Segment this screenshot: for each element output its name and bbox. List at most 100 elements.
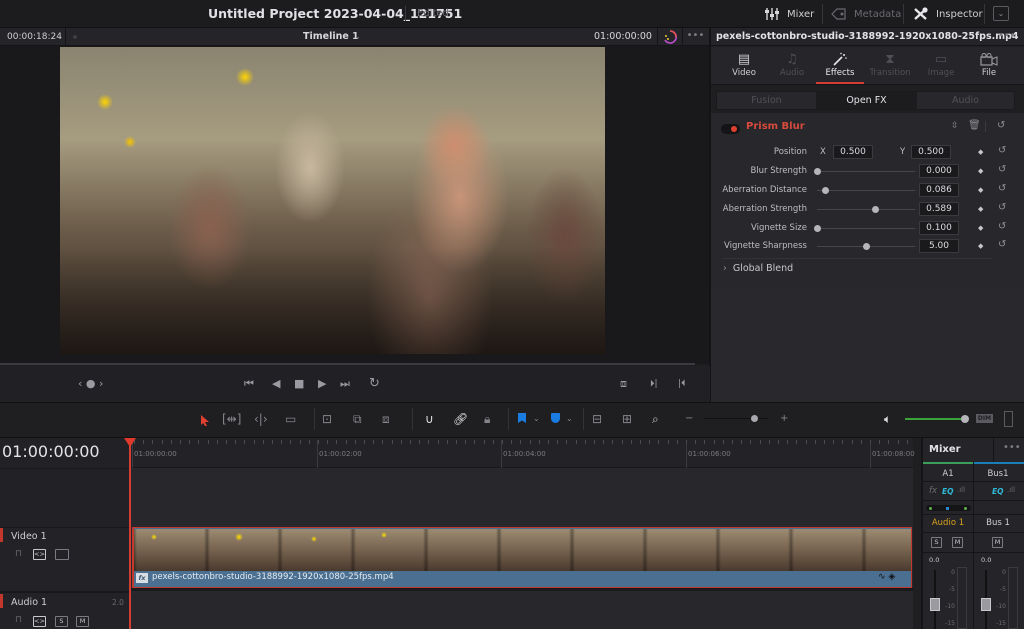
dim-button[interactable]: DIM (976, 414, 993, 423)
subtab-open-fx[interactable]: Open FX (816, 92, 917, 109)
jog-control[interactable]: ‹ ● › (78, 377, 103, 391)
clip-retime-keyframe-icons[interactable]: ∿ ◈ (878, 572, 895, 582)
dynamics-icon[interactable]: .ıll (957, 486, 965, 494)
mixer-mute-button[interactable]: M (992, 537, 1003, 548)
solo-button[interactable]: S (55, 616, 68, 627)
trim-edit-button[interactable]: [⇹] (222, 411, 241, 427)
keyframe-icon[interactable]: ◆ (978, 186, 983, 194)
inspector-more-button[interactable]: ••• (998, 28, 1016, 44)
delete-effect-icon[interactable]: 🗑 (968, 120, 981, 131)
track-lock-icon[interactable]: ⊓ (15, 549, 22, 559)
tab-transition[interactable]: ⧗ Transition (866, 50, 914, 84)
position-x-field[interactable]: 0.500 (833, 145, 873, 159)
fader-handle[interactable] (981, 598, 991, 611)
param-slider[interactable] (817, 209, 915, 210)
meter-toggle-button[interactable] (1004, 411, 1013, 427)
reset-icon[interactable]: ↺ (998, 164, 1006, 175)
color-effects-button[interactable] (657, 28, 681, 46)
viewer-scrubber[interactable] (0, 363, 695, 365)
track-enable-button[interactable] (55, 549, 69, 560)
param-value-field[interactable]: 0.000 (919, 164, 959, 178)
fader-handle[interactable] (930, 598, 940, 611)
selection-tool-button[interactable] (200, 412, 210, 431)
inspector-button[interactable]: Inspector (913, 4, 983, 24)
position-y-field[interactable]: 0.500 (911, 145, 951, 159)
mark-in-button[interactable]: ⏵| (650, 377, 658, 391)
volume-slider-track[interactable] (905, 418, 965, 420)
snapping-toggle[interactable]: ∪ (425, 411, 434, 427)
zoom-slider-track[interactable] (704, 418, 768, 419)
marker-icon[interactable] (551, 413, 560, 423)
blade-edit-button[interactable]: ▭ (285, 411, 296, 427)
mixer-more-button[interactable]: ••• (1003, 442, 1021, 453)
match-frame-button[interactable]: ⧈ (620, 377, 627, 391)
volume-slider-handle[interactable] (961, 415, 969, 423)
metadata-button[interactable]: Metadata (831, 4, 901, 24)
playhead-handle[interactable] (124, 438, 136, 447)
reset-icon[interactable]: ↺ (998, 183, 1006, 194)
dynamic-trim-button[interactable]: ‹|› (254, 411, 268, 427)
eq-button[interactable]: EQ (992, 487, 1004, 496)
auto-select-button[interactable]: <> (33, 616, 46, 627)
tab-video[interactable]: ▤ Video (720, 50, 768, 84)
keyframe-icon[interactable]: ◆ (978, 205, 983, 213)
param-slider-handle[interactable] (814, 168, 821, 175)
flag-dropdown[interactable]: ⌄ (533, 411, 540, 427)
global-blend-section[interactable]: › Global Blend (723, 263, 793, 274)
loop-button[interactable]: ↻ (369, 377, 380, 391)
zoom-full-button[interactable]: ⊟ (592, 411, 602, 427)
tab-audio[interactable]: ♫ Audio (768, 50, 816, 84)
tab-file[interactable]: File (965, 50, 1013, 84)
subtab-fusion[interactable]: Fusion (717, 92, 816, 109)
reset-icon[interactable]: ↺ (998, 202, 1006, 213)
zoom-slider-handle[interactable] (751, 415, 758, 422)
param-slider[interactable] (817, 190, 915, 191)
zoom-detail-button[interactable]: ⊞ (622, 411, 632, 427)
reset-icon[interactable]: ↺ (998, 239, 1006, 250)
last-frame-button[interactable]: ⏭ (340, 377, 350, 391)
fx-icon[interactable]: fx (929, 486, 937, 496)
keyframe-icon[interactable]: ◆ (978, 242, 983, 250)
video-preview[interactable] (60, 47, 605, 354)
position-lock-toggle[interactable]: 🔒︎ (484, 411, 490, 427)
viewer-more-button[interactable]: ••• (682, 28, 708, 46)
first-frame-button[interactable]: ⏮ (244, 377, 254, 391)
tab-effects[interactable]: Effects (816, 50, 864, 84)
zoom-custom-button[interactable]: ⌕ (652, 411, 659, 427)
expand-button[interactable]: ⌄ (993, 6, 1009, 21)
param-value-field[interactable]: 0.589 (919, 202, 959, 216)
mixer-mute-button[interactable]: M (952, 537, 963, 548)
param-slider-handle[interactable] (872, 206, 879, 213)
keyframe-icon[interactable]: ◆ (978, 167, 983, 175)
param-slider-handle[interactable] (814, 225, 821, 232)
stop-button[interactable]: ■ (294, 377, 304, 391)
mark-out-button[interactable]: |⏴ (678, 377, 686, 391)
reset-icon[interactable]: ↺ (998, 221, 1006, 232)
timeline-selector[interactable]: Timeline 1 (303, 28, 359, 46)
param-slider[interactable] (817, 228, 915, 229)
dynamics-icon[interactable]: .ıll (1007, 486, 1015, 494)
keyframe-icon[interactable]: ◆ (978, 148, 983, 156)
keyframe-icon[interactable]: ◆ (978, 224, 983, 232)
linked-selection-toggle[interactable]: 🔗︎ (453, 411, 468, 427)
replace-clip-button[interactable]: ⧈ (382, 411, 390, 427)
volume-icon[interactable]: 🔈︎ (884, 411, 891, 427)
param-value-field[interactable]: 5.00 (919, 239, 959, 253)
mixer-button[interactable]: Mixer (764, 4, 814, 24)
subtab-audio[interactable]: Audio (917, 92, 1014, 109)
param-value-field[interactable]: 0.086 (919, 183, 959, 197)
playhead[interactable] (129, 438, 131, 629)
eq-button[interactable]: EQ (942, 487, 954, 496)
overwrite-clip-button[interactable]: ⧉ (353, 411, 362, 427)
reset-icon[interactable]: ↺ (998, 145, 1006, 156)
play-reverse-button[interactable]: ◀ (272, 377, 280, 391)
reorder-icon[interactable]: ⇳ (951, 121, 959, 131)
param-value-field[interactable]: 0.100 (919, 221, 959, 235)
mixer-solo-button[interactable]: S (931, 537, 942, 548)
zoom-in-button[interactable]: + (780, 411, 788, 427)
play-button[interactable]: ▶ (318, 377, 326, 391)
track-lock-icon[interactable]: ⊓ (15, 615, 22, 625)
insert-clip-button[interactable]: ⊡ (322, 411, 332, 427)
param-slider-handle[interactable] (863, 243, 870, 250)
auto-select-button[interactable]: <> (33, 549, 46, 560)
